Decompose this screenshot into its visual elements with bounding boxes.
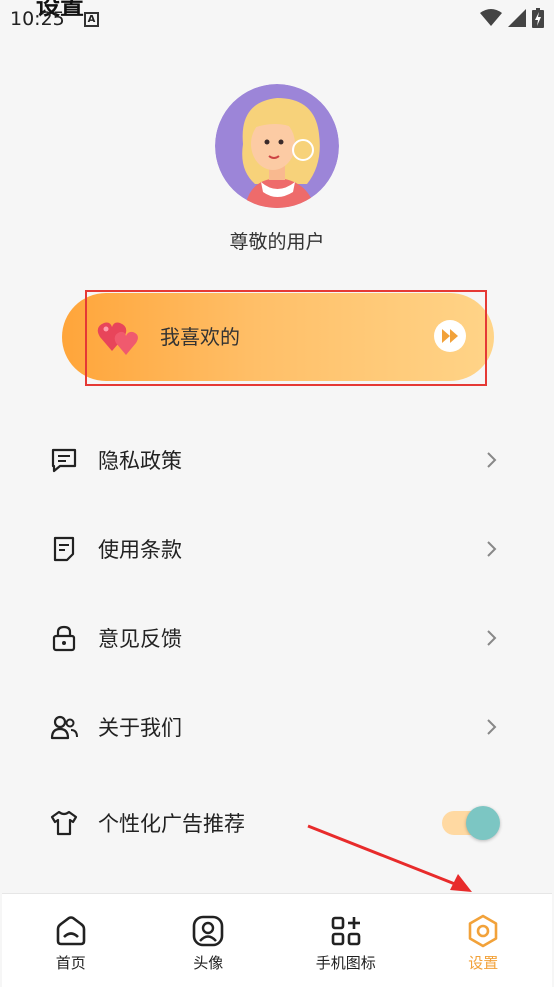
nav-item-settings[interactable]: 设置 — [415, 894, 553, 987]
signal-icon — [508, 9, 526, 27]
nav-item-avatar[interactable]: 头像 — [140, 894, 278, 987]
wifi-icon — [480, 9, 502, 26]
user-name: 尊敬的用户 — [229, 231, 325, 253]
nav-label: 头像 — [193, 954, 224, 972]
menu-item-feedback[interactable]: 意见反馈 — [0, 608, 554, 668]
nav-item-home[interactable]: 首页 — [2, 894, 140, 987]
status-bar: 设置 10:25 A — [0, 0, 554, 38]
hearts-icon — [96, 317, 144, 361]
play-forward-icon[interactable] — [434, 320, 466, 352]
portrait-icon — [191, 914, 225, 948]
users-icon — [50, 713, 78, 741]
menu-item-privacy-policy[interactable]: 隐私政策 — [0, 430, 554, 490]
menu-label: 使用条款 — [98, 538, 182, 562]
home-icon — [54, 914, 88, 948]
document-icon — [50, 535, 78, 563]
tshirt-icon — [50, 809, 78, 837]
nav-label: 首页 — [55, 954, 86, 972]
bottom-nav: 首页 头像 手机图标 设置 — [2, 893, 552, 987]
menu-label: 个性化广告推荐 — [98, 812, 245, 836]
chevron-right-icon — [487, 452, 497, 468]
favorites-card[interactable]: 我喜欢的 — [62, 293, 494, 381]
annotation-arrow-icon — [307, 824, 472, 892]
a-badge-icon: A — [84, 12, 99, 27]
battery-charging-icon — [532, 8, 544, 28]
nav-label: 设置 — [468, 954, 499, 972]
menu-item-about-us[interactable]: 关于我们 — [0, 697, 554, 757]
menu-label: 关于我们 — [98, 716, 182, 740]
nav-item-phone-icons[interactable]: 手机图标 — [277, 894, 415, 987]
lock-icon — [50, 624, 78, 652]
menu-item-terms-of-use[interactable]: 使用条款 — [0, 519, 554, 579]
menu-label: 隐私政策 — [98, 449, 182, 473]
avatar[interactable] — [215, 84, 339, 208]
chevron-right-icon — [487, 719, 497, 735]
grid-plus-icon — [329, 914, 363, 948]
message-square-icon — [50, 446, 78, 474]
hexagon-settings-icon — [466, 914, 500, 948]
status-time: 10:25 — [10, 8, 65, 30]
nav-label: 手机图标 — [315, 954, 376, 972]
menu-label: 意见反馈 — [98, 627, 182, 651]
chevron-right-icon — [487, 630, 497, 646]
chevron-right-icon — [487, 541, 497, 557]
favorites-label: 我喜欢的 — [160, 325, 240, 349]
